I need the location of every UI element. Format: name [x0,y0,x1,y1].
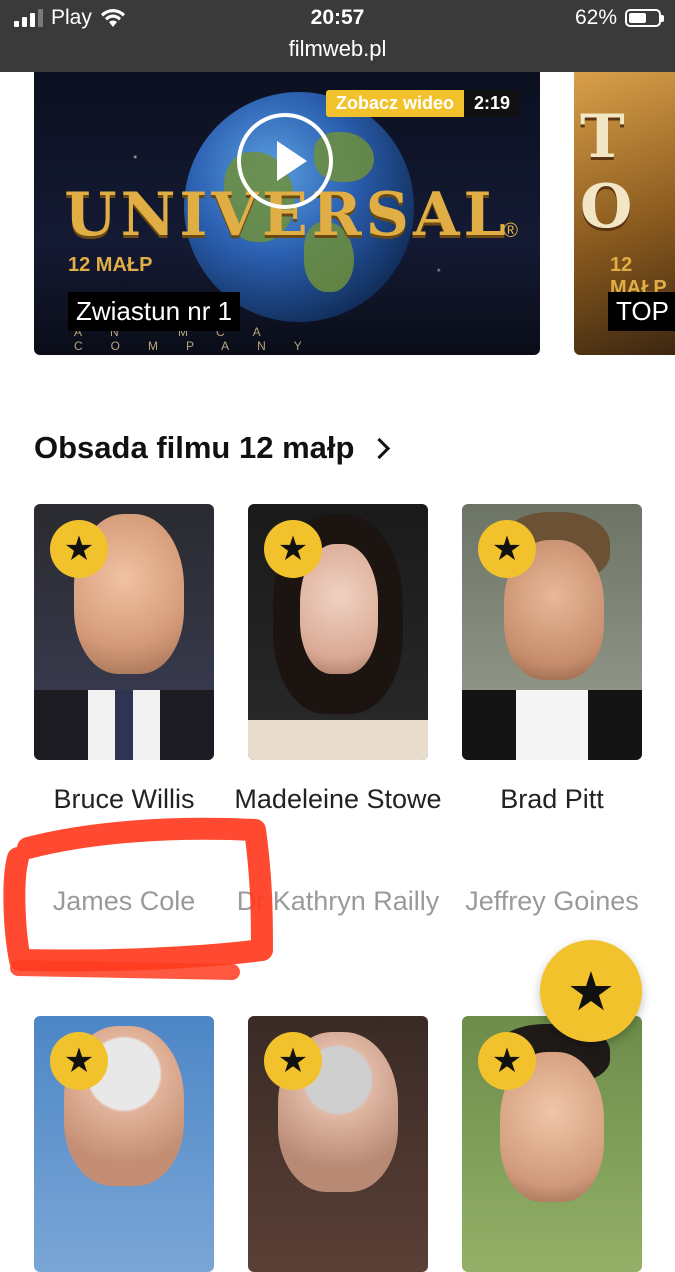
registered-mark: ® [503,220,518,242]
actor-name[interactable]: Brad Pitt [447,779,657,820]
star-icon[interactable]: ★ [50,520,108,578]
play-icon[interactable] [237,113,333,209]
cast-section-header[interactable]: Obsada filmu 12 małp [34,430,391,466]
cast-section-title[interactable]: Obsada filmu 12 małp [34,430,354,466]
video-title-label: Zwiastun nr 1 [68,292,241,331]
poster-letters: T O [580,102,633,242]
role-name: Dr Kathryn Railly [236,886,440,916]
actor-photo-bruce-willis[interactable]: ★ [34,504,214,760]
video-duration: 2:19 [463,90,520,117]
movie-title-overlay: 12 MAŁP [68,254,153,276]
star-icon[interactable]: ★ [264,520,322,578]
star-icon[interactable]: ★ [478,1032,536,1090]
video-card-top[interactable]: T O 12 MAŁP TOP [574,72,675,355]
battery-icon [625,9,664,27]
star-icon[interactable]: ★ [264,1032,322,1090]
actor-photo-madeleine-stowe[interactable]: ★ [248,504,428,760]
role-name: James Cole [52,886,196,916]
address-bar-url[interactable]: filmweb.pl [0,36,675,62]
rate-star-button[interactable]: ★ [540,940,642,1042]
actor-name[interactable]: Madeleine Stowe [233,779,443,820]
watch-video-label[interactable]: Zobacz wideo [325,90,464,117]
battery-percentage: 62% [574,6,617,29]
star-icon[interactable]: ★ [478,520,536,578]
role-name: Jeffrey Goines [465,886,639,916]
actor-photo-brad-pitt[interactable]: ★ [462,504,642,760]
video-badge[interactable]: Zobacz wideo 2:19 [325,90,520,117]
video-title-label-2: TOP [608,292,675,331]
video-card-trailer[interactable]: UNIVERSAL ® 12 MAŁP AN MCA COMPANY Zobac… [34,72,540,355]
clock: 20:57 [310,6,365,29]
actor-photo-4[interactable]: ★ [34,1016,214,1272]
chevron-right-icon[interactable] [369,437,391,459]
actor-photo-6[interactable]: ★ [462,1016,642,1272]
star-icon[interactable]: ★ [50,1032,108,1090]
battery-indicator: 62% [574,6,664,30]
actor-photo-5[interactable]: ★ [248,1016,428,1272]
status-bar: Play 20:57 62% filmweb.pl [0,0,675,72]
actor-name[interactable]: Bruce Willis [19,779,229,820]
